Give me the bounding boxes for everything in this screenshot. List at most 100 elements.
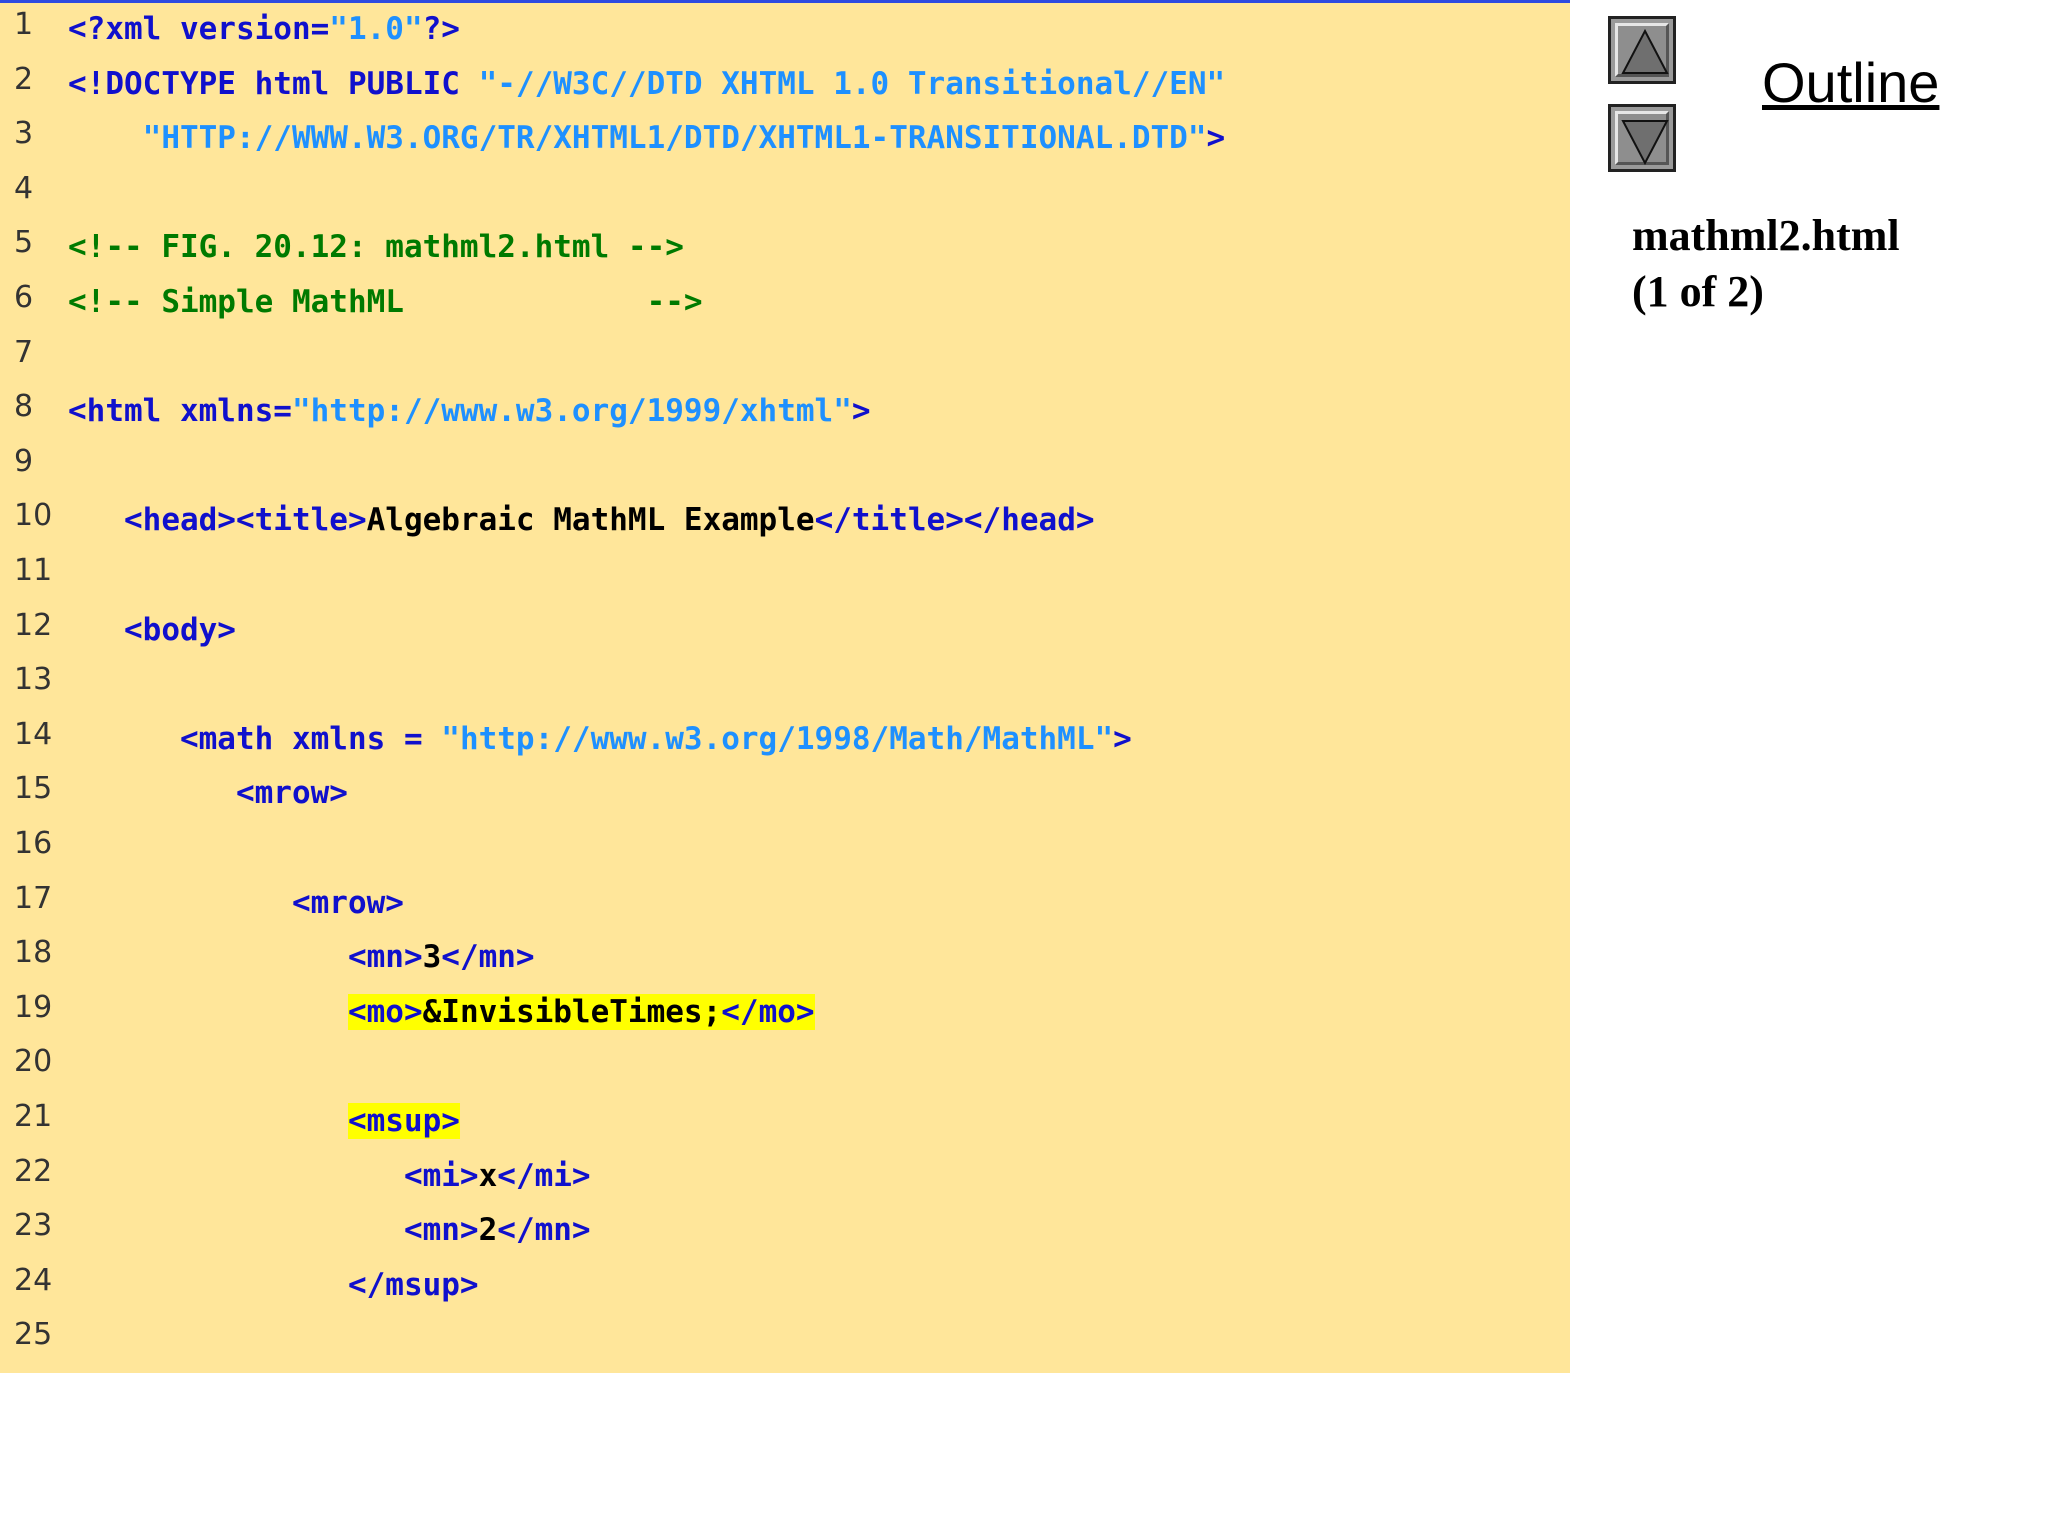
outline-title[interactable]: Outline — [1762, 50, 1939, 115]
line-number: 4 — [14, 170, 34, 206]
code-token: &InvisibleTimes; — [422, 993, 722, 1030]
line-number: 3 — [14, 116, 34, 152]
code-token: <mn> — [68, 939, 423, 976]
code-text: <body> — [68, 612, 236, 648]
line-number: 8 — [14, 389, 34, 425]
code-line: 1 <?xml version="1.0"?> — [0, 7, 1570, 61]
code-token: <html xmlns= — [68, 393, 292, 430]
code-text: <mrow> — [68, 775, 348, 811]
file-label: mathml2.html (1 of 2) — [1632, 208, 1900, 320]
line-number: 9 — [14, 443, 34, 479]
line-number: 16 — [14, 826, 53, 861]
code-token: "-//W3C//DTD XHTML 1.0 Transitional//EN" — [478, 65, 1226, 102]
code-token: </mo> — [721, 993, 815, 1030]
line-number: 17 — [14, 880, 53, 916]
line-number: 10 — [14, 498, 53, 534]
code-line: 11 — [0, 553, 1570, 607]
code-token: <!-- FIG. 20.12: mathml2.html --> — [68, 229, 684, 266]
code-listing: 1 <?xml version="1.0"?> 2 <!DOCTYPE html PU… — [0, 0, 1570, 1373]
code-token: <body> — [68, 611, 236, 648]
code-line: 20 — [0, 1044, 1570, 1098]
code-token: "1.0" — [329, 11, 423, 47]
line-number: 13 — [14, 662, 53, 698]
code-line: 25 — [0, 1317, 1570, 1371]
code-token: <!DOCTYPE html PUBLIC — [68, 65, 479, 102]
code-line: 8 <html xmlns="http://www.w3.org/1999/xht… — [0, 389, 1570, 443]
code-text: <mn>3</mn> — [68, 939, 535, 975]
code-text: <mo>&InvisibleTimes;</mo> — [68, 993, 815, 1030]
code-token: 3 — [422, 939, 442, 976]
code-line: 10 <head><title>Algebraic MathML Example… — [0, 498, 1570, 552]
line-number: 5 — [14, 225, 34, 261]
code-token: "HTTP://WWW.W3.ORG/TR/XHTML1/DTD/XHTML1-… — [68, 120, 1207, 157]
code-text: <html xmlns="http://www.w3.org/1999/xhtm… — [68, 393, 871, 429]
code-line: 19 <mo>&InvisibleTimes;</mo> — [0, 990, 1570, 1044]
line-number: 2 — [14, 61, 34, 97]
code-token: <msup> — [347, 1103, 460, 1139]
code-token: <mi> — [68, 1157, 479, 1194]
code-line: 4 — [0, 171, 1570, 225]
code-text: <math xmlns = "http://www.w3.org/1998/Ma… — [68, 721, 1132, 757]
code-token: <head><title> — [68, 502, 367, 539]
next-page-button[interactable] — [1608, 104, 1676, 172]
code-token: 2 — [478, 1212, 498, 1249]
code-token: </title></head> — [814, 502, 1095, 539]
line-number: 1 — [14, 7, 34, 42]
down-arrow-icon — [1621, 120, 1669, 166]
page-info: (1 of 2) — [1632, 267, 1764, 316]
line-number: 18 — [14, 935, 53, 971]
code-line: 9 — [0, 444, 1570, 498]
line-number: 20 — [14, 1044, 53, 1080]
line-number: 19 — [14, 989, 53, 1025]
code-line: 2 <!DOCTYPE html PUBLIC "-//W3C//DTD XHTM… — [0, 62, 1570, 116]
code-token: <math xmlns = — [68, 720, 442, 757]
code-text: <head><title>Algebraic MathML Example</t… — [68, 502, 1095, 538]
code-line: 23 <mn>2</mn> — [0, 1208, 1570, 1262]
code-line: 12 <body> — [0, 608, 1570, 662]
code-line: 15 <mrow> — [0, 771, 1570, 825]
code-line: 22 <mi>x</mi> — [0, 1154, 1570, 1208]
code-line: 24 </msup> — [0, 1263, 1570, 1317]
code-token: </mn> — [497, 1212, 591, 1249]
code-token: <?xml version= — [68, 11, 330, 47]
code-text: <?xml version="1.0"?> — [68, 11, 460, 47]
code-line: 6 <!-- Simple MathML --> — [0, 280, 1570, 334]
line-number: 11 — [14, 553, 53, 588]
line-number: 15 — [14, 771, 53, 807]
code-text: <mn>2</mn> — [68, 1212, 591, 1248]
code-token: > — [1206, 120, 1226, 157]
code-token: ?> — [422, 11, 460, 47]
line-number: 6 — [14, 280, 34, 315]
code-line: 17 <mrow> — [0, 881, 1570, 935]
line-number: 12 — [14, 607, 53, 643]
code-text: "HTTP://WWW.W3.ORG/TR/XHTML1/DTD/XHTML1-… — [68, 120, 1226, 157]
code-text: <msup> — [68, 1103, 460, 1139]
line-number: 23 — [14, 1208, 53, 1244]
line-number: 22 — [14, 1153, 53, 1189]
line-number: 7 — [14, 334, 34, 370]
code-line: 18 <mn>3</mn> — [0, 935, 1570, 989]
code-text: <!-- Simple MathML --> — [68, 284, 703, 320]
line-number: 25 — [14, 1317, 53, 1353]
code-token: x — [478, 1157, 498, 1194]
code-text: <mi>x</mi> — [68, 1158, 591, 1194]
code-token: "http://www.w3.org/1999/xhtml" — [291, 393, 852, 430]
up-arrow-icon — [1621, 28, 1669, 74]
code-token: </mi> — [497, 1157, 591, 1194]
code-text: <mrow> — [68, 885, 404, 921]
code-line: 13 — [0, 662, 1570, 716]
code-token: <mrow> — [68, 775, 348, 812]
code-token: </mn> — [441, 939, 535, 976]
code-line: 14 <math xmlns = "http://www.w3.org/1998… — [0, 717, 1570, 771]
code-token: <mn> — [68, 1212, 479, 1249]
code-line: 16 — [0, 826, 1570, 880]
code-text: <!DOCTYPE html PUBLIC "-//W3C//DTD XHTML… — [68, 66, 1225, 102]
code-line: 7 — [0, 335, 1570, 389]
code-text: </msup> — [68, 1267, 479, 1303]
previous-page-button[interactable] — [1608, 16, 1676, 84]
code-line: 21 <msup> — [0, 1099, 1570, 1153]
code-token: > — [851, 393, 871, 430]
code-text: <!-- FIG. 20.12: mathml2.html --> — [68, 229, 684, 265]
